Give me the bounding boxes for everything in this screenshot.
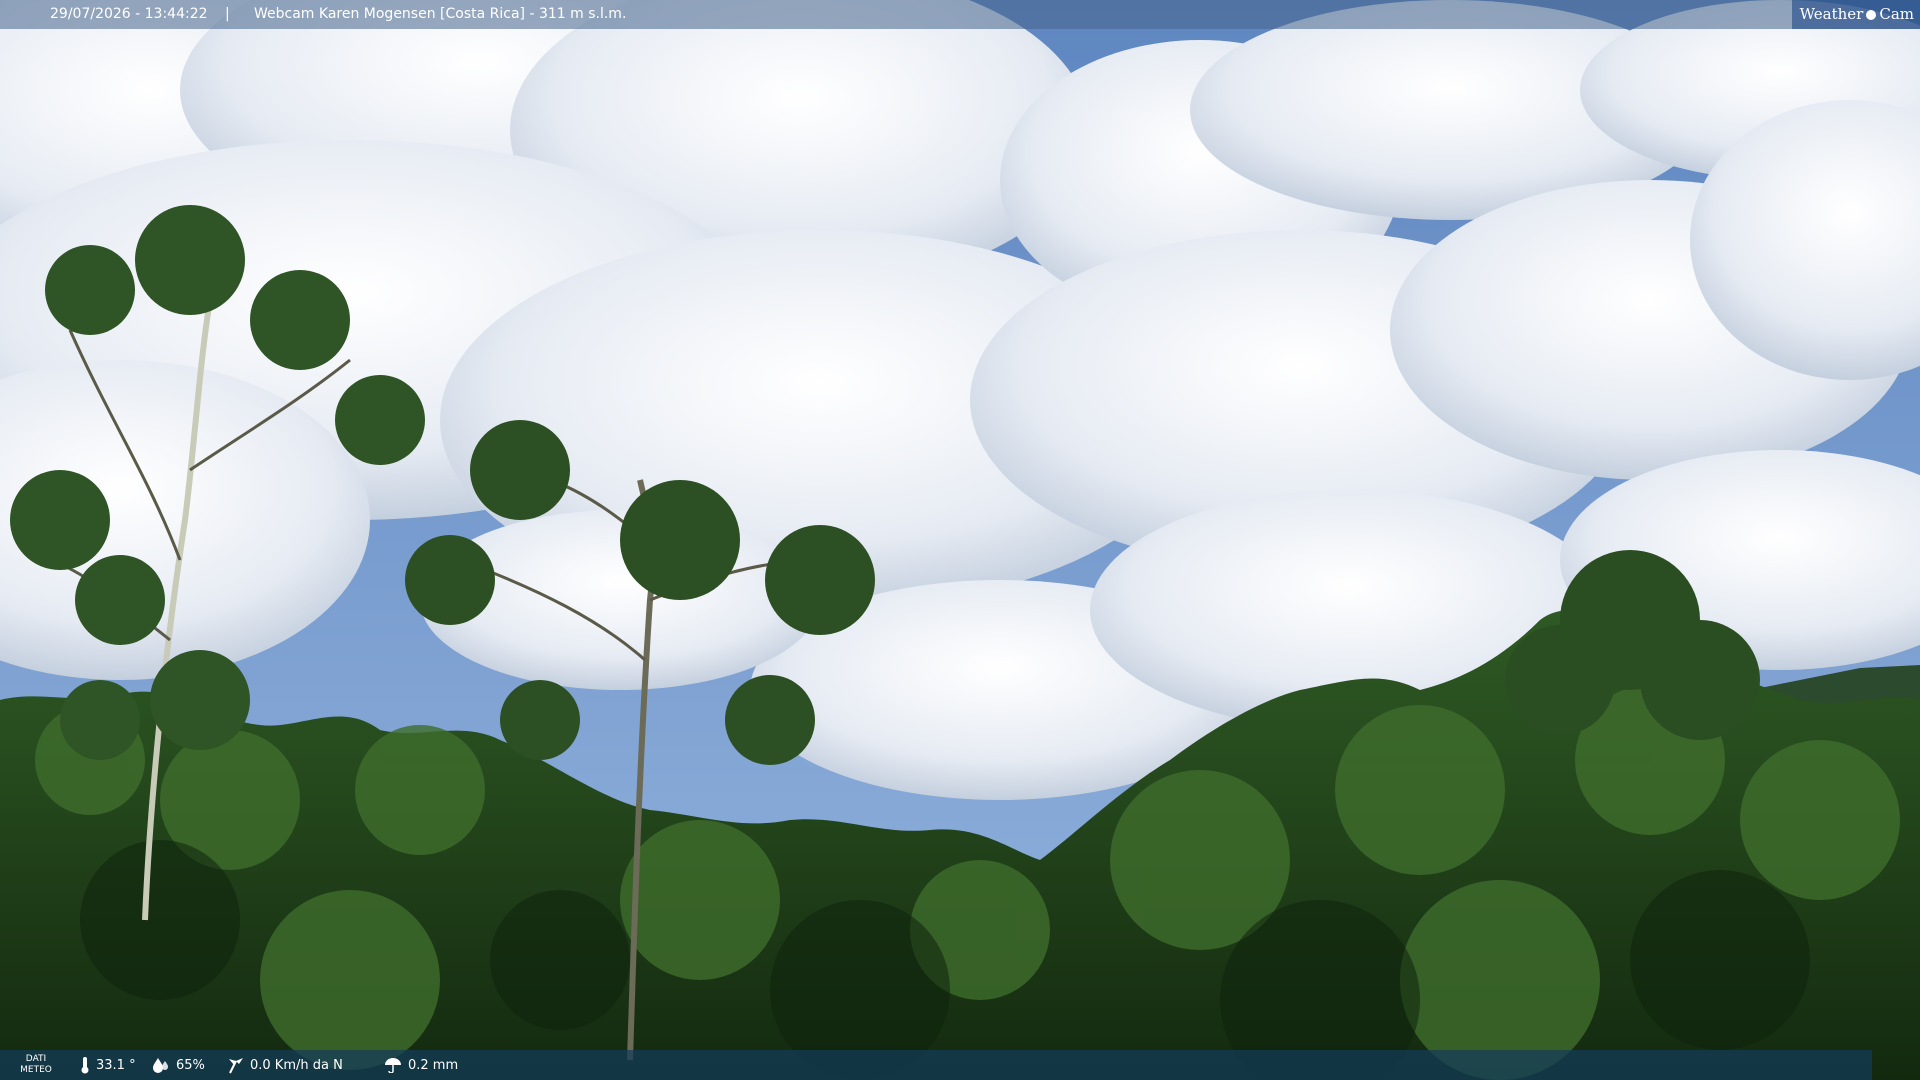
wind-icon	[229, 1058, 243, 1074]
temperature-reading: 33.1 °	[80, 1050, 136, 1080]
humidity-reading: 65%	[152, 1050, 205, 1080]
webcam-image	[0, 0, 1920, 1080]
weather-bar: DATI METEO 33.1 ° 65% 0.0 Km/h da N 0.2 …	[0, 1050, 1872, 1080]
header-bar: 29/07/2026 - 13:44:22 | Webcam Karen Mog…	[0, 0, 1920, 29]
brand-right: Cam	[1879, 5, 1914, 23]
rain-reading: 0.2 mm	[384, 1050, 458, 1080]
wind-value: 0.0 Km/h da N	[250, 1057, 343, 1073]
temperature-value: 33.1 °	[96, 1057, 136, 1073]
header-separator: |	[225, 6, 230, 22]
wind-reading: 0.0 Km/h da N	[226, 1050, 343, 1080]
rain-icon	[385, 1058, 401, 1073]
humidity-value: 65%	[176, 1057, 205, 1073]
droplet-icon	[153, 1058, 168, 1073]
brand-left: Weather	[1799, 5, 1864, 23]
capture-datetime: 29/07/2026 - 13:44:22	[50, 6, 208, 22]
weather-label-line2: METEO	[20, 1065, 52, 1075]
brand-dot-icon	[1866, 9, 1877, 20]
weather-label: DATI METEO	[18, 1054, 54, 1076]
weather-label-line1: DATI	[25, 1054, 47, 1064]
thermometer-icon	[81, 1057, 89, 1074]
brand-logo: Weather Cam	[1791, 0, 1920, 29]
webcam-title: Webcam Karen Mogensen [Costa Rica] - 311…	[254, 6, 627, 22]
webcam-view: 29/07/2026 - 13:44:22 | Webcam Karen Mog…	[0, 0, 1920, 1080]
rain-value: 0.2 mm	[408, 1057, 459, 1073]
